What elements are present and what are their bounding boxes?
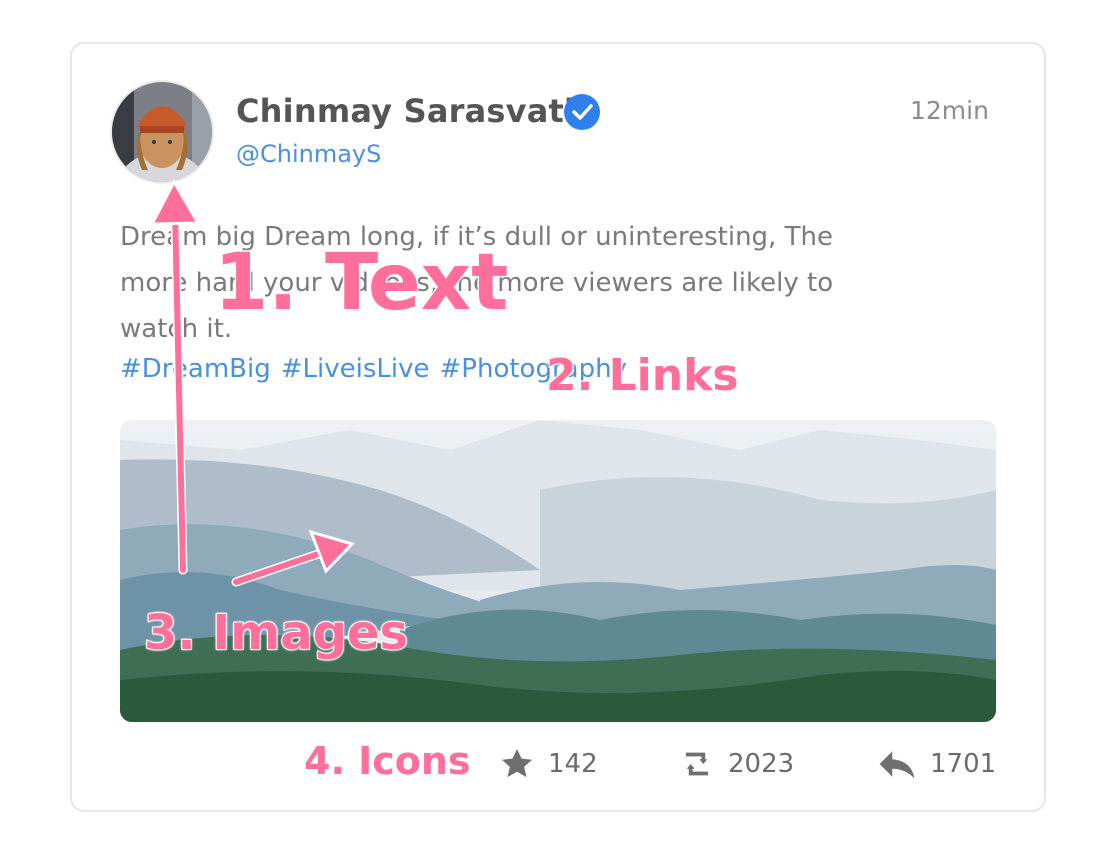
- author-name[interactable]: Chinmay Sarasvati: [236, 92, 575, 130]
- reply-count: 1701: [930, 749, 997, 779]
- annotation-label-icons: 4. Icons: [303, 738, 472, 784]
- retweet-count: 2023: [728, 749, 795, 779]
- hashtag-link[interactable]: #LiveisLive: [281, 354, 430, 384]
- reply-stat[interactable]: 1701: [876, 742, 996, 786]
- avatar[interactable]: [112, 82, 212, 182]
- mountain-landscape-image: [120, 420, 996, 722]
- star-icon: [501, 748, 533, 778]
- like-stat[interactable]: 142: [498, 742, 598, 786]
- post-image[interactable]: [120, 420, 996, 722]
- hashtag-link[interactable]: #DreamBig: [120, 354, 271, 384]
- retweet-stat[interactable]: 2023: [678, 742, 794, 786]
- timestamp: 12min: [910, 96, 989, 125]
- reply-icon: [879, 751, 915, 779]
- annotation-label-images: 3. Images: [143, 604, 409, 662]
- avatar-image: [112, 82, 212, 182]
- like-count: 142: [548, 749, 598, 779]
- retweet-icon: [685, 752, 709, 776]
- annotation-label-links: 2. Links: [545, 349, 740, 402]
- author-handle[interactable]: @ChinmayS: [236, 140, 381, 168]
- annotation-label-text: 1. Text: [213, 237, 509, 329]
- verified-badge-icon: [564, 94, 600, 130]
